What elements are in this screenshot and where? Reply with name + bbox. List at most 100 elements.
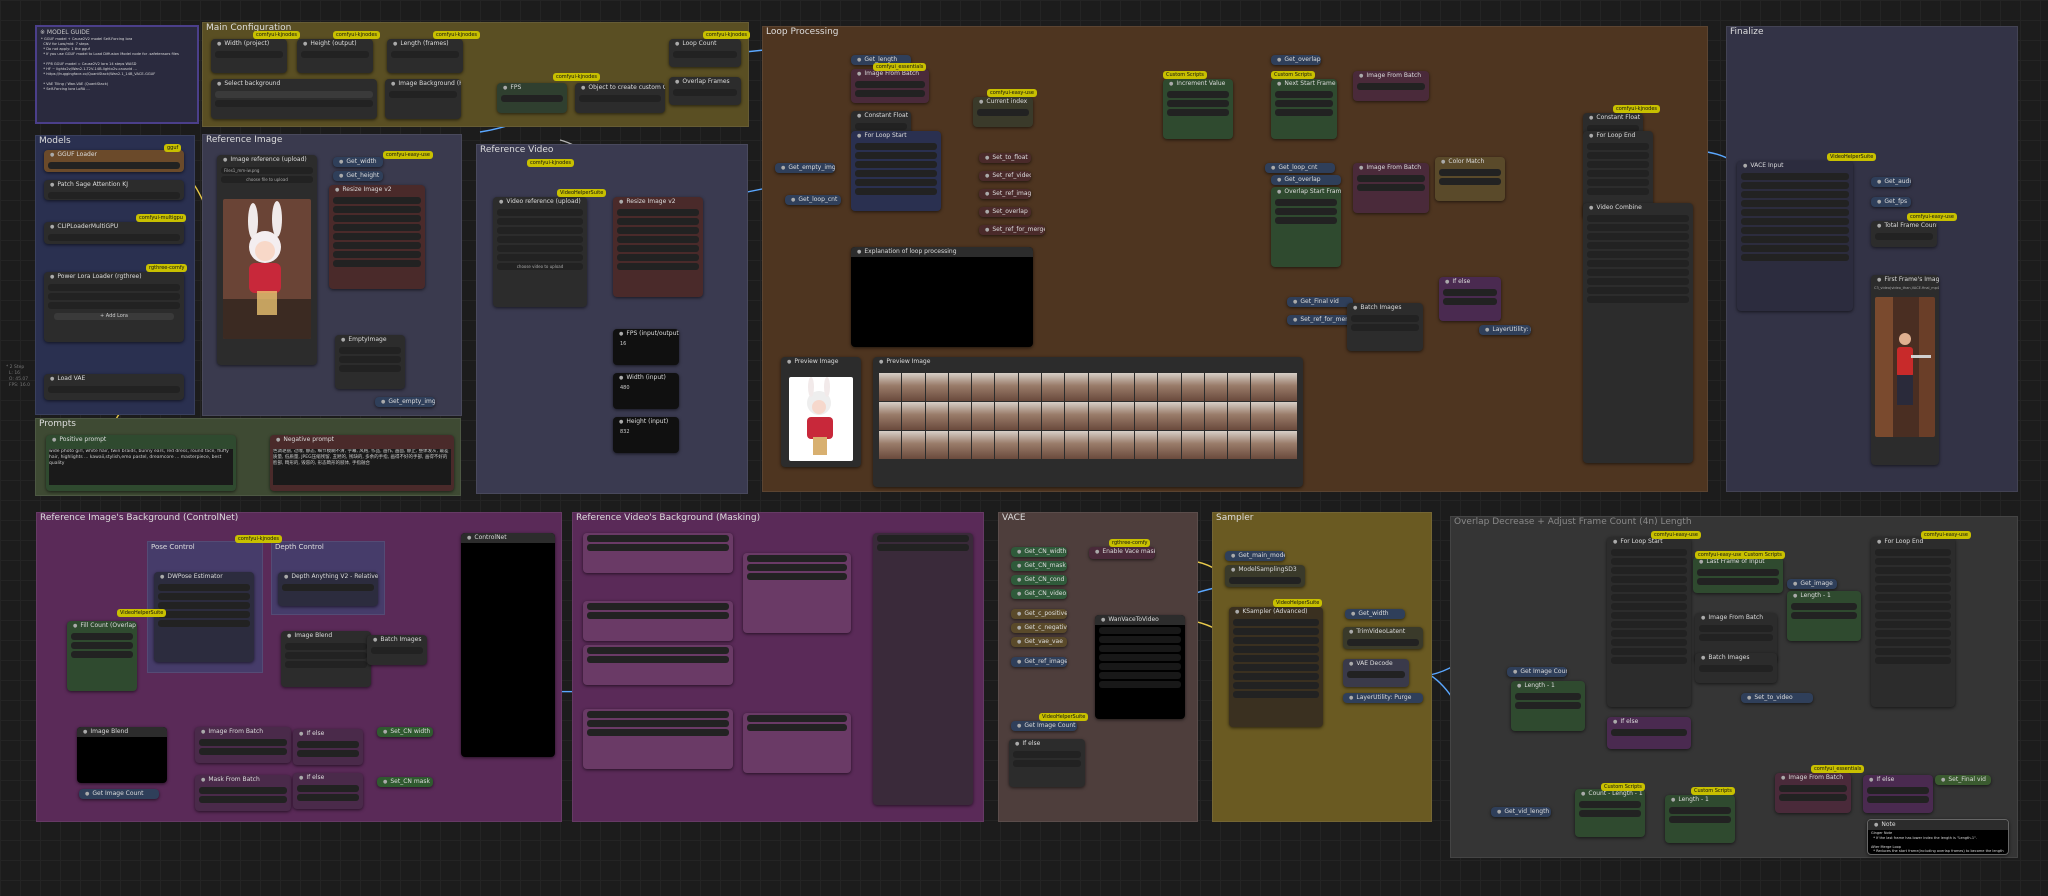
filename-field[interactable]: Files1_mm-iw.png — [221, 167, 313, 174]
increment-value-node[interactable]: Increment Value — [1163, 79, 1233, 139]
get-overlap-right-node[interactable]: Get_overlap — [1271, 175, 1341, 185]
get-image-count-overlap-node[interactable]: Get Image Count — [1507, 667, 1567, 677]
group-loop-processing[interactable]: Loop Processing Get_length Image From Ba… — [762, 26, 1708, 492]
for-loop-start-overlap-node[interactable]: For Loop Start — [1607, 537, 1691, 707]
get-empty-img-node[interactable]: Get_empty_img — [375, 397, 435, 407]
for-loop-start-node[interactable]: For Loop Start — [851, 131, 941, 211]
group-ref-image-background[interactable]: Reference Image's Background (ControlNet… — [36, 512, 562, 822]
get-main-model-node[interactable]: Get_main_model — [1225, 551, 1285, 561]
group-model-guide[interactable]: ※ MODEL GUIDE * GGUF model + Cause2V2 mo… — [35, 25, 199, 124]
set-ref-image-node[interactable]: Set_ref_image — [979, 189, 1031, 199]
resize-video-node[interactable]: Resize Image v2 — [613, 197, 703, 297]
negative-prompt-node[interactable]: Negative prompt 色调艳丽, 过曝, 静态, 细节模糊不清, 字幕… — [270, 435, 454, 491]
ksampler-node[interactable]: KSampler (Advanced) — [1229, 607, 1323, 727]
resize-image-node[interactable]: Resize Image v2 — [329, 185, 425, 289]
batch-images-bg-node[interactable]: Batch Images — [367, 635, 427, 665]
video-combine-node[interactable]: Video Combine — [1583, 203, 1693, 463]
masking-node-3[interactable] — [583, 645, 733, 685]
mask-grow-node[interactable] — [743, 553, 851, 633]
preview-image-frames-node[interactable]: Preview Image — [873, 357, 1303, 487]
group-reference-image[interactable]: Reference Image Image reference (upload)… — [202, 134, 462, 416]
last-frame-of-input-node[interactable]: Last Frame of Input — [1693, 557, 1783, 593]
layer-utility-sampler-node[interactable]: LayerUtility: Purge — [1343, 693, 1423, 703]
if-else-bottom-node[interactable]: If else — [1863, 775, 1933, 813]
get-image-node[interactable]: Get_image — [1787, 579, 1837, 589]
set-overlap-node[interactable]: Set_overlap — [979, 207, 1031, 217]
model-sampling-node[interactable]: ModelSamplingSD3 — [1225, 565, 1305, 587]
positive-prompt-node[interactable]: Positive prompt wide photo girl, white h… — [46, 435, 236, 491]
count-length-node[interactable]: Count - Length - 1 — [1575, 789, 1645, 837]
layer-utility-node[interactable]: LayerUtility: Purge — [1479, 325, 1531, 335]
group-depth-control[interactable]: Depth Control Depth Anything V2 - Relati… — [271, 541, 385, 615]
height-node[interactable]: Height (output) — [297, 39, 373, 73]
video-upload-node[interactable]: Video reference (upload) choose video to… — [493, 197, 587, 307]
get-audio-node[interactable]: Get_audio — [1871, 177, 1911, 187]
batch-images-overlap-node[interactable]: Batch Images — [1695, 653, 1777, 683]
image-from-batch-bottom-node[interactable]: Image From Batch — [1775, 773, 1851, 813]
set-ref-for-merge-node[interactable]: Set_ref_for_merge — [979, 225, 1045, 235]
enable-vace-masking-node[interactable]: Enable Vace masking — [1089, 547, 1155, 559]
get-image-count-vace-node[interactable]: Get Image Count — [1011, 721, 1077, 731]
power-lora-node[interactable]: Power Lora Loader (rgthree) + Add Lora — [44, 272, 184, 342]
upload-button[interactable]: choose file to upload — [221, 176, 313, 183]
image-from-batch-node[interactable]: Image From Batch — [851, 69, 929, 103]
mask-from-batch-node[interactable]: Mask From Batch — [195, 775, 291, 811]
get-final-vid-node[interactable]: Get_Final vid — [1287, 297, 1353, 307]
set-to-video-node[interactable]: Set_to_video — [1741, 693, 1813, 703]
get-overlap-node[interactable]: Get_overlap — [1271, 55, 1321, 65]
height-input-node[interactable]: Height (input) 832 — [613, 417, 679, 453]
upload-video-button[interactable]: choose video to upload — [497, 263, 583, 270]
masking-node-4[interactable] — [583, 709, 733, 769]
group-prompts[interactable]: Prompts Positive prompt wide photo girl,… — [35, 418, 461, 496]
if-else-bg2-node[interactable]: If else — [293, 773, 363, 809]
video-preview-node[interactable] — [873, 533, 973, 805]
dwpose-node[interactable]: DWPose Estimator — [154, 572, 254, 662]
length-minus-node[interactable]: Length - 1 — [1511, 681, 1585, 731]
image-from-batch-right-node[interactable]: Image From Batch — [1353, 163, 1429, 213]
trim-video-latent-node[interactable]: TrimVideoLatent — [1343, 627, 1423, 649]
color-match-node[interactable]: Color Match — [1435, 157, 1505, 201]
get-cn-cond-node[interactable]: Get_CN_cond — [1011, 575, 1067, 585]
get-loop-cnt-right-node[interactable]: Get_loop_cnt — [1265, 163, 1335, 173]
get-cn-video-node[interactable]: Get_CN_video — [1011, 589, 1067, 599]
patch-sage-node[interactable]: Patch Sage Attention KJ — [44, 180, 184, 200]
get-vid-length-node[interactable]: Get_vid_length — [1491, 807, 1551, 817]
for-loop-end-overlap-node[interactable]: For Loop End — [1871, 537, 1955, 707]
set-ref-video-node[interactable]: Set_ref_video — [979, 171, 1031, 181]
vace-input-node[interactable]: VACE Input — [1737, 161, 1853, 311]
get-height-node[interactable]: Get_height — [333, 171, 383, 181]
gguf-loader-node[interactable]: GGUF Loader — [44, 150, 184, 172]
get-c-negative-node[interactable]: Get_c_negative — [1011, 623, 1067, 633]
group-models[interactable]: Models GGUF Loader Patch Sage Attention … — [35, 135, 195, 415]
image-blend-node[interactable]: Image Blend — [281, 631, 371, 687]
fill-count-node[interactable]: Fill Count (Overlap + Input) — [67, 621, 137, 691]
set-to-float-node[interactable]: Set_to_float — [979, 153, 1031, 163]
width-node[interactable]: Width (project) — [211, 39, 287, 73]
current-index-node[interactable]: Current index — [973, 97, 1033, 127]
explanation-node[interactable]: Explanation of loop processing — [851, 247, 1033, 347]
length-minus-overlap-node[interactable]: Length - 1 — [1787, 591, 1861, 641]
total-frame-count-node[interactable]: Total Frame Count — [1871, 221, 1937, 247]
mask-composite-node[interactable] — [743, 713, 851, 773]
if-else-vace-node[interactable]: If else — [1009, 739, 1085, 787]
group-pose-control[interactable]: Pose Control DWPose Estimator — [147, 541, 263, 673]
depth-anything-node[interactable]: Depth Anything V2 - Relative — [278, 572, 378, 606]
if-else-node[interactable]: If else — [1439, 277, 1501, 321]
batch-images-node[interactable]: Batch Images — [1347, 303, 1423, 351]
overlap-start-node[interactable]: Overlap Start Frames — [1271, 187, 1341, 267]
image-background-node[interactable]: Image Background (Prompt) — [385, 79, 461, 119]
note-node[interactable]: Note Ginger Note * If the last frame has… — [1867, 819, 2009, 855]
get-width-node[interactable]: Get_width — [333, 157, 383, 167]
load-vae-node[interactable]: Load VAE — [44, 374, 184, 400]
get-size-node[interactable]: Get_width — [1345, 609, 1405, 619]
group-reference-video[interactable]: Reference Video Video reference (upload)… — [476, 144, 748, 494]
empty-image-node[interactable]: EmptyImage — [335, 335, 405, 389]
controlnet-node[interactable]: ControlNet — [461, 533, 555, 757]
group-overlap-decrease[interactable]: Overlap Decrease + Adjust Frame Count (4… — [1450, 516, 2018, 858]
clip-loader-node[interactable]: CLIPLoaderMultiGPU — [44, 222, 184, 244]
if-else-overlap-node[interactable]: If else — [1607, 717, 1691, 749]
masking-node-2[interactable] — [583, 601, 733, 641]
wan-vace-to-video-node[interactable]: WanVaceToVideo — [1095, 615, 1185, 719]
get-c-positive-node[interactable]: Get_c_positive — [1011, 609, 1067, 619]
set-ref-for-merge-right-node[interactable]: Set_ref_for_merge — [1287, 315, 1353, 325]
